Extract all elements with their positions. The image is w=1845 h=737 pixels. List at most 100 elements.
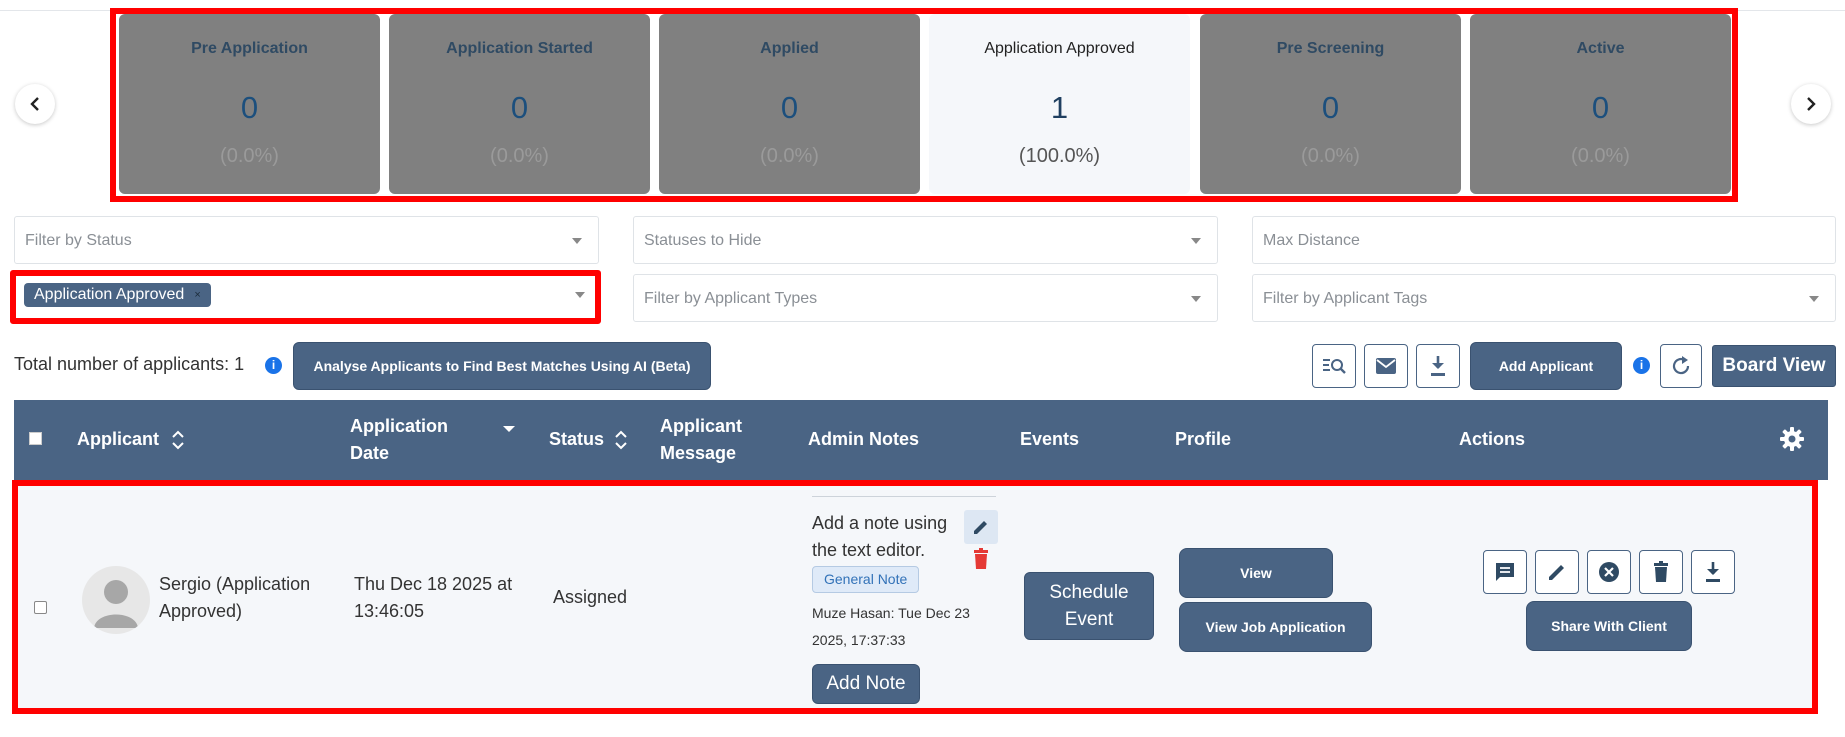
column-header-label: Status (549, 429, 605, 449)
view-job-application-button[interactable]: View Job Application (1179, 602, 1372, 652)
message-button[interactable] (1483, 550, 1527, 594)
selected-status-select[interactable]: Application Approved × (10, 270, 601, 324)
sort-icon (615, 430, 627, 450)
table-row: Sergio (Application Approved) Thu Dec 18… (12, 480, 1818, 714)
row-checkbox[interactable] (34, 601, 47, 614)
application-date: Thu Dec 18 2025 at 13:46:05 (354, 574, 513, 621)
max-distance-placeholder: Max Distance (1263, 232, 1360, 249)
column-header-applicant-message: Applicant Message (660, 413, 742, 467)
status-card-pre-screening[interactable]: Pre Screening 0 (0.0%) (1200, 14, 1461, 194)
status-chip: Application Approved × (24, 283, 211, 307)
view-profile-button[interactable]: View (1179, 548, 1333, 598)
reject-applicant-button[interactable] (1587, 550, 1631, 594)
column-header-application-date[interactable]: Application Date (350, 413, 448, 467)
column-header-events: Events (1020, 429, 1080, 449)
board-view-button[interactable]: Board View (1712, 345, 1836, 387)
search-list-button[interactable] (1312, 344, 1356, 388)
filter-by-status-select[interactable]: Filter by Status (14, 216, 599, 264)
add-note-button[interactable]: Add Note (812, 664, 920, 704)
pencil-icon (974, 521, 987, 534)
delete-note-icon[interactable] (971, 548, 991, 570)
status-chip-label: Application Approved (34, 286, 185, 303)
chevron-right-icon (1807, 97, 1816, 111)
status-card-percent: (100.0%) (1018, 145, 1101, 167)
status-card-count: 0 (780, 90, 799, 125)
download-button[interactable] (1416, 344, 1460, 388)
applicant-types-placeholder: Filter by Applicant Types (644, 290, 818, 307)
analyse-applicants-button[interactable]: Analyse Applicants to Find Best Matches … (293, 342, 711, 390)
status-card-application-approved[interactable]: Application Approved 1 (100.0%) (929, 14, 1190, 194)
status-card-title: Pre Application (191, 40, 308, 57)
carousel-prev-button[interactable] (15, 84, 55, 124)
note-divider (812, 496, 996, 497)
general-note-tag: General Note (812, 566, 920, 593)
caret-down-icon (1191, 296, 1201, 302)
filter-by-status-placeholder: Filter by Status (25, 232, 132, 249)
applicant-types-select[interactable]: Filter by Applicant Types (633, 274, 1218, 322)
edit-applicant-button[interactable] (1535, 550, 1579, 594)
caret-down-icon (1191, 238, 1201, 244)
note-author-timestamp: Muze Hasan: Tue Dec 23 2025, 17:37:33 (812, 605, 970, 648)
status-card-title: Active (1576, 40, 1625, 57)
admin-note-text: Add a note using the text editor. (812, 513, 948, 560)
status-card-count: 0 (510, 90, 529, 125)
column-header-actions: Actions (1459, 429, 1526, 449)
pencil-icon (1549, 565, 1564, 580)
max-distance-input[interactable]: Max Distance (1252, 216, 1836, 264)
status-card-count: 0 (240, 90, 259, 125)
user-icon (94, 580, 138, 628)
email-button[interactable] (1364, 344, 1408, 388)
column-header-label: Message (660, 443, 737, 463)
select-all-checkbox[interactable] (29, 432, 42, 445)
column-header-status[interactable]: Status (549, 426, 627, 453)
info-icon[interactable]: i (1633, 357, 1650, 374)
chip-remove-icon[interactable]: × (194, 289, 200, 301)
table-header: Applicant Application Date Status Applic… (14, 400, 1828, 480)
gear-icon[interactable] (1779, 426, 1805, 452)
status-card-percent: (0.0%) (760, 145, 819, 167)
status-card-title: Pre Screening (1276, 40, 1385, 57)
status-card-application-started[interactable]: Application Started 0 (0.0%) (389, 14, 650, 194)
share-with-client-button[interactable]: Share With Client (1526, 601, 1692, 651)
statuses-to-hide-select[interactable]: Statuses to Hide (633, 216, 1218, 264)
refresh-icon (1672, 356, 1690, 375)
status-card-count: 0 (1591, 90, 1610, 125)
statuses-to-hide-placeholder: Statuses to Hide (644, 232, 762, 249)
total-applicants-label: Total number of applicants: 1 (14, 354, 245, 374)
schedule-event-button[interactable]: Schedule Event (1024, 572, 1154, 640)
column-header-label: Date (350, 443, 390, 463)
applicant-status: Assigned (553, 587, 628, 607)
download-applicant-button[interactable] (1691, 550, 1735, 594)
applicant-tags-select[interactable]: Filter by Applicant Tags (1252, 274, 1836, 322)
download-icon (1706, 562, 1720, 582)
status-card-title: Applied (760, 40, 819, 57)
status-card-percent: (0.0%) (220, 145, 279, 167)
status-card-applied[interactable]: Applied 0 (0.0%) (659, 14, 920, 194)
sort-desc-icon[interactable] (502, 424, 516, 434)
sort-icon (172, 430, 184, 450)
download-icon (1431, 356, 1445, 376)
avatar (82, 566, 150, 634)
close-circle-icon (1599, 562, 1619, 582)
add-applicant-button[interactable]: Add Applicant (1470, 342, 1622, 390)
status-card-percent: (0.0%) (490, 145, 549, 167)
status-card-active[interactable]: Active 0 (0.0%) (1470, 14, 1731, 194)
column-header-admin-notes: Admin Notes (808, 429, 920, 449)
status-card-title: Application Approved (984, 40, 1135, 57)
status-card-title: Application Started (446, 40, 593, 57)
search-list-icon (1323, 359, 1346, 374)
column-header-applicant[interactable]: Applicant (77, 426, 184, 453)
status-card-pre-application[interactable]: Pre Application 0 (0.0%) (119, 14, 380, 194)
caret-down-icon (575, 292, 585, 298)
status-card-count: 0 (1321, 90, 1340, 125)
column-header-label: Application (350, 416, 448, 436)
caret-down-icon (572, 238, 582, 244)
applicant-tags-placeholder: Filter by Applicant Tags (1263, 290, 1428, 307)
applicant-name[interactable]: Sergio (Application Approved) (159, 571, 329, 625)
refresh-button[interactable] (1660, 344, 1702, 388)
edit-note-button[interactable] (964, 510, 998, 544)
column-header-label: Applicant (660, 416, 743, 436)
carousel-next-button[interactable] (1791, 84, 1831, 124)
delete-applicant-button[interactable] (1639, 550, 1683, 594)
info-icon[interactable]: i (265, 357, 282, 374)
